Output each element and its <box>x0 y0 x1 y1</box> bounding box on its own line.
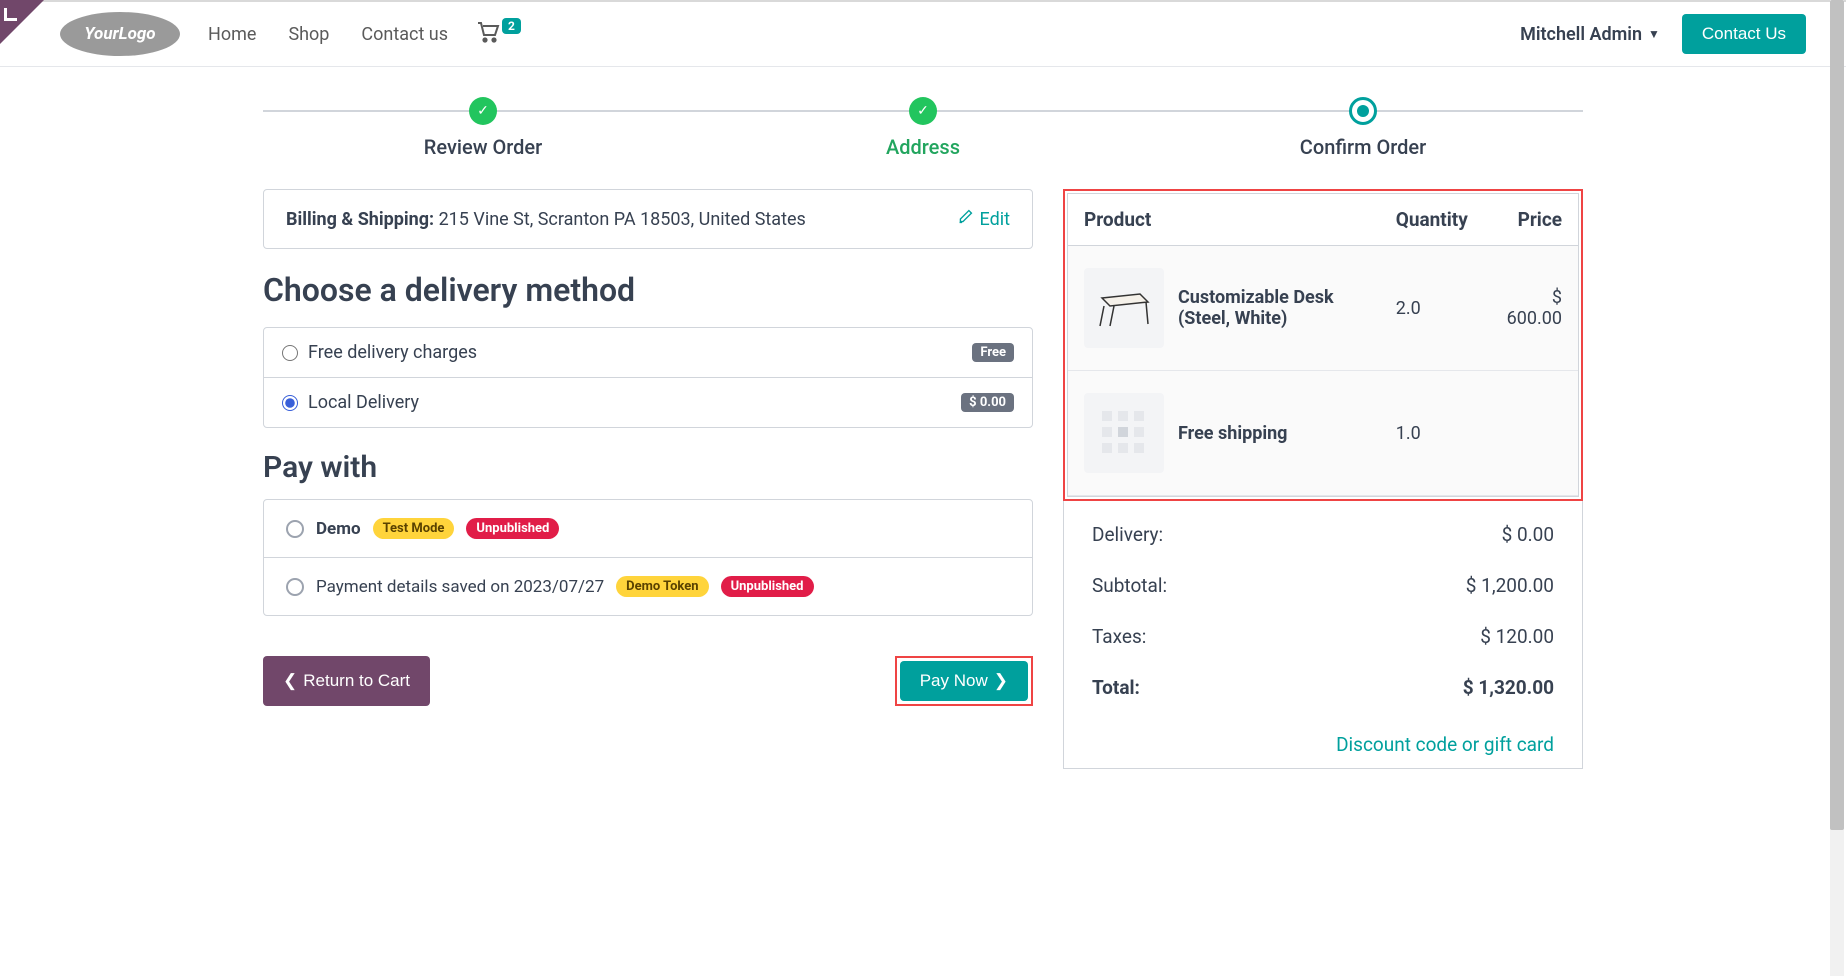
nav-contact[interactable]: Contact us <box>357 18 452 51</box>
order-totals: Delivery: $ 0.00 Subtotal: $ 1,200.00 Ta… <box>1064 501 1582 721</box>
subtotal-label: Subtotal: <box>1092 574 1167 597</box>
chevron-left-icon: ❮ <box>283 671 297 691</box>
pencil-icon <box>957 208 974 230</box>
taxes-label: Taxes: <box>1092 625 1146 648</box>
nav-home[interactable]: Home <box>204 18 260 51</box>
delivery-radio-local[interactable] <box>282 395 298 411</box>
checkout-steps: ✓ Review Order ✓ Address Confirm Order <box>263 97 1583 159</box>
top-navbar: Home Shop Contact us 2 Mitchell Admin ▼ … <box>0 0 1846 67</box>
product-name: Customizable Desk (Steel, White) <box>1178 287 1364 329</box>
chevron-right-icon: ❯ <box>994 671 1008 691</box>
cart-icon <box>476 21 500 48</box>
check-icon: ✓ <box>469 97 497 125</box>
product-price: $ 600.00 <box>1484 246 1578 371</box>
scrollbar[interactable] <box>1830 0 1844 976</box>
pay-label: Pay Now <box>920 671 988 691</box>
unpublished-badge: Unpublished <box>466 518 559 539</box>
step-label: Confirm Order <box>1143 135 1583 159</box>
delivery-radio-free[interactable] <box>282 345 298 361</box>
payment-options: Demo Test Mode Unpublished Payment detai… <box>263 499 1033 616</box>
total-label: Total: <box>1092 676 1140 699</box>
chevron-down-icon: ▼ <box>1648 27 1660 41</box>
current-step-icon <box>1349 97 1377 125</box>
delivery-label: Delivery: <box>1092 523 1163 546</box>
col-quantity: Quantity <box>1380 194 1484 246</box>
step-confirm-order[interactable]: Confirm Order <box>1143 97 1583 159</box>
edit-label: Edit <box>980 209 1010 230</box>
highlight-box: Pay Now ❯ <box>895 656 1033 706</box>
order-summary-table: Product Quantity Price <box>1068 194 1578 496</box>
delivery-options: Free delivery charges Free Local Deliver… <box>263 327 1033 428</box>
edit-address-link[interactable]: Edit <box>957 208 1010 230</box>
table-row: Free shipping 1.0 <box>1068 371 1578 496</box>
taxes-value: $ 120.00 <box>1480 625 1554 648</box>
payment-radio[interactable] <box>286 578 304 596</box>
payment-label: Demo <box>316 519 361 539</box>
delivery-heading: Choose a delivery method <box>263 271 1033 309</box>
product-name: Free shipping <box>1178 423 1287 444</box>
delivery-label: Free delivery charges <box>308 342 477 363</box>
check-icon: ✓ <box>909 97 937 125</box>
product-qty: 1.0 <box>1380 371 1484 496</box>
step-label: Address <box>703 135 1143 159</box>
delivery-value: $ 0.00 <box>1502 523 1554 546</box>
site-logo[interactable] <box>60 12 180 56</box>
step-address[interactable]: ✓ Address <box>703 97 1143 159</box>
return-label: Return to Cart <box>303 671 410 691</box>
payment-option-saved[interactable]: Payment details saved on 2023/07/27 Demo… <box>264 557 1032 615</box>
delivery-label: Local Delivery <box>308 392 419 413</box>
demo-token-badge: Demo Token <box>616 576 708 597</box>
payment-option-demo[interactable]: Demo Test Mode Unpublished <box>264 500 1032 557</box>
product-image <box>1084 268 1164 348</box>
col-price: Price <box>1484 194 1578 246</box>
product-price <box>1484 371 1578 496</box>
nav-shop[interactable]: Shop <box>284 18 333 51</box>
table-row: Customizable Desk (Steel, White) 2.0 $ 6… <box>1068 246 1578 371</box>
product-image <box>1084 393 1164 473</box>
pay-now-button[interactable]: Pay Now ❯ <box>900 661 1028 701</box>
step-label: Review Order <box>263 135 703 159</box>
price-badge: $ 0.00 <box>961 393 1014 412</box>
total-value: $ 1,320.00 <box>1463 676 1554 699</box>
editor-corner-icon[interactable] <box>0 0 44 44</box>
payment-label: Payment details saved on 2023/07/27 <box>316 577 604 597</box>
unpublished-badge: Unpublished <box>721 576 814 597</box>
user-name: Mitchell Admin <box>1520 24 1642 45</box>
contact-us-button[interactable]: Contact Us <box>1682 14 1806 54</box>
discount-code-link[interactable]: Discount code or gift card <box>1336 733 1554 756</box>
payment-heading: Pay with <box>263 450 1033 485</box>
cart-count-badge: 2 <box>502 18 521 34</box>
billing-shipping-panel: Billing & Shipping: 215 Vine St, Scranto… <box>263 189 1033 249</box>
cart-link[interactable]: 2 <box>476 21 521 48</box>
product-qty: 2.0 <box>1380 246 1484 371</box>
user-menu[interactable]: Mitchell Admin ▼ <box>1520 24 1660 45</box>
highlight-box: Product Quantity Price <box>1063 189 1583 501</box>
return-to-cart-button[interactable]: ❮ Return to Cart <box>263 656 430 706</box>
col-product: Product <box>1068 194 1380 246</box>
payment-radio[interactable] <box>286 520 304 538</box>
delivery-option-local[interactable]: Local Delivery $ 0.00 <box>264 377 1032 427</box>
step-review-order[interactable]: ✓ Review Order <box>263 97 703 159</box>
address-label: Billing & Shipping: <box>286 209 434 230</box>
test-mode-badge: Test Mode <box>373 518 455 539</box>
delivery-option-free[interactable]: Free delivery charges Free <box>264 328 1032 377</box>
price-badge: Free <box>972 343 1014 362</box>
subtotal-value: $ 1,200.00 <box>1466 574 1554 597</box>
address-value: 215 Vine St, Scranton PA 18503, United S… <box>439 209 806 230</box>
